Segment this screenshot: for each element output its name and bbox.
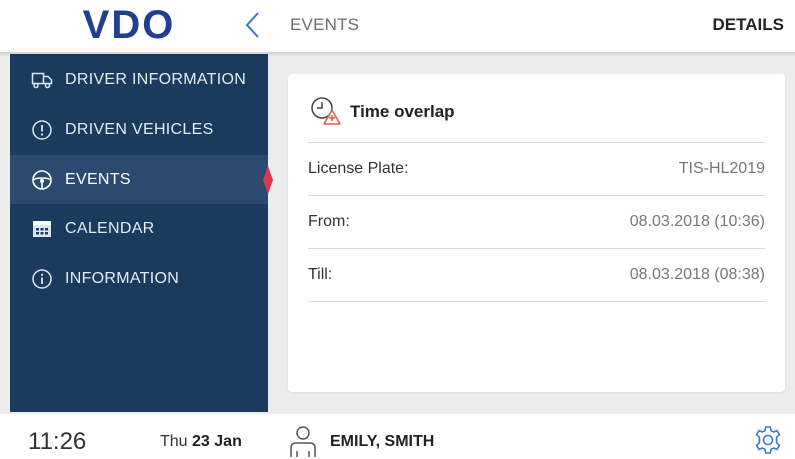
sidebar-item-calendar[interactable]: CALENDAR <box>10 204 268 253</box>
page-title: EVENTS <box>290 15 360 34</box>
sidebar-item-driven-vehicles[interactable]: DRIVEN VEHICLES <box>10 105 268 154</box>
sidebar-item-label: DRIVEN VEHICLES <box>65 120 214 138</box>
sidebar-item-events[interactable]: EVENTS <box>10 155 268 204</box>
field-value: 08.03.2018 (10:36) <box>629 213 765 230</box>
user-icon <box>290 426 316 457</box>
header-shadow <box>0 52 795 56</box>
sidebar-item-label: CALENDAR <box>65 219 155 237</box>
calendar-icon <box>30 217 54 241</box>
date-day: Thu <box>160 433 188 450</box>
sidebar-item-label: INFORMATION <box>65 269 180 287</box>
info-icon <box>30 267 54 291</box>
gear-icon[interactable] <box>752 424 784 456</box>
field-label: From: <box>308 213 350 230</box>
user-name: EMILY, SMITH <box>330 433 435 450</box>
sidebar: DRIVER INFORMATION DRIVEN VEHICLES EVENT… <box>10 54 268 412</box>
steering-wheel-icon <box>30 168 54 192</box>
truck-icon <box>30 68 54 92</box>
alert-circle-icon <box>30 118 54 142</box>
field-row-license-plate: License Plate: TIS-HL2019 <box>308 143 765 195</box>
clock: 11:26 <box>28 428 87 455</box>
top-bar: VDO EVENTS DETAILS <box>0 0 795 52</box>
field-label: License Plate: <box>308 160 409 177</box>
event-detail-card: Time overlap License Plate: TIS-HL2019 F… <box>288 74 785 392</box>
event-header: Time overlap <box>308 92 455 132</box>
vdo-logo: VDO <box>83 5 176 45</box>
sidebar-item-driver-information[interactable]: DRIVER INFORMATION <box>10 55 268 104</box>
field-label: Till: <box>308 266 333 283</box>
active-item-marker <box>263 166 273 194</box>
divider <box>308 301 765 302</box>
back-chevron-icon[interactable] <box>238 8 268 42</box>
event-title: Time overlap <box>350 102 455 121</box>
date-value: 23 Jan <box>192 433 242 450</box>
sidebar-item-information[interactable]: INFORMATION <box>10 254 268 303</box>
date: Thu 23 Jan <box>160 433 242 451</box>
sidebar-item-label: EVENTS <box>65 170 131 188</box>
clock-warning-icon <box>311 97 341 125</box>
field-value: TIS-HL2019 <box>678 160 765 177</box>
field-row-till: Till: 08.03.2018 (08:38) <box>308 249 765 301</box>
details-button[interactable]: DETAILS <box>713 15 784 35</box>
svg-text:VDO: VDO <box>83 5 176 45</box>
field-value: 08.03.2018 (08:38) <box>629 266 765 283</box>
field-row-from: From: 08.03.2018 (10:36) <box>308 196 765 248</box>
sidebar-item-label: DRIVER INFORMATION <box>65 70 247 88</box>
